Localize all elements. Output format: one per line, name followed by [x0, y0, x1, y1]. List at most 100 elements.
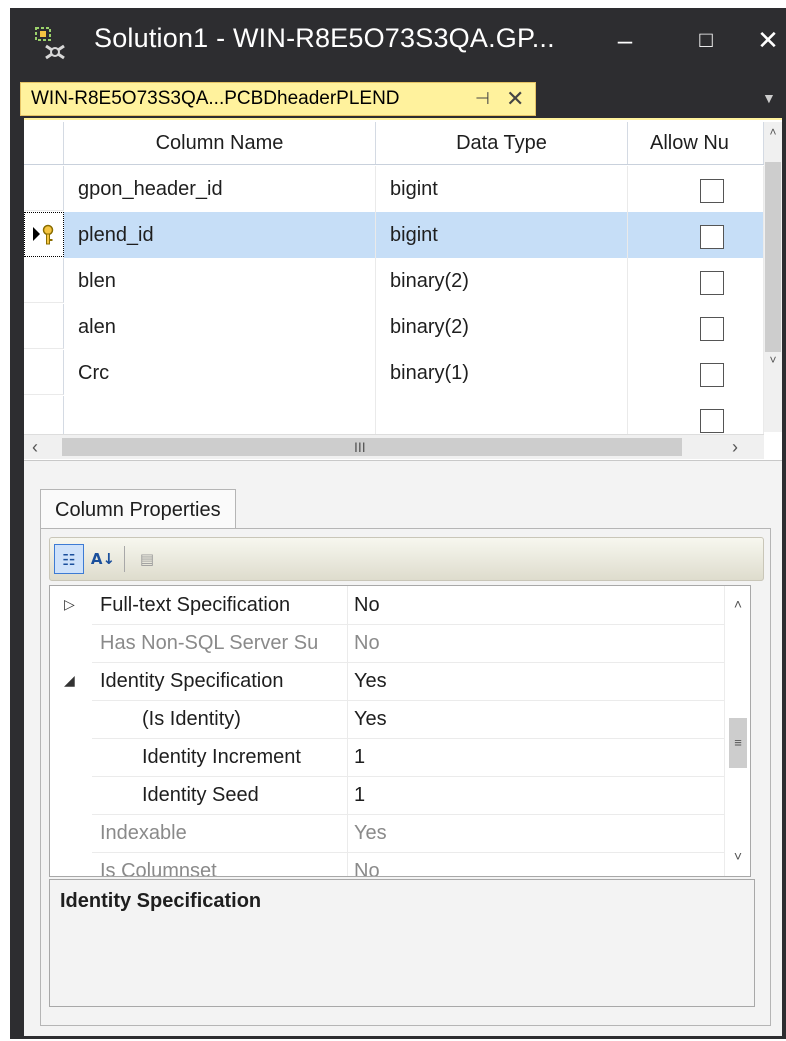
primary-key-icon — [33, 224, 54, 245]
scroll-right-icon[interactable]: › — [724, 435, 746, 459]
property-gutter — [50, 700, 92, 738]
property-gutter: ◢ — [50, 662, 92, 700]
app-window: Solution1 - WIN-R8E5O73S3QA.GP... ‒ □ ✕ … — [10, 8, 786, 1039]
allow-nulls-cell — [628, 350, 764, 396]
row-selector[interactable] — [24, 212, 64, 257]
column-properties-frame: ☷ A↓ ▤ ▷ Full-text Specification No Has … — [40, 528, 771, 1026]
table-row[interactable]: blen binary(2) — [24, 258, 764, 304]
close-tab-button[interactable]: ✕ — [506, 83, 524, 115]
table-row[interactable]: plend_id bigint — [24, 212, 764, 258]
property-name: Identity Increment — [92, 738, 348, 776]
ssms-app-icon — [35, 27, 65, 60]
scroll-grip-icon: III — [354, 439, 366, 455]
column-name-cell[interactable]: alen — [64, 304, 376, 350]
column-name-cell[interactable]: plend_id — [64, 212, 376, 258]
property-row[interactable]: Is Columnset No — [50, 852, 724, 876]
document-tab-strip: WIN-R8E5O73S3QA...PCBDheaderPLEND ⊣ ✕ ▼ — [10, 78, 786, 118]
tab-dropdown-icon[interactable]: ▼ — [762, 90, 776, 106]
row-selector[interactable] — [24, 350, 64, 395]
property-name: Identity Seed — [92, 776, 348, 814]
allow-nulls-cell — [628, 304, 764, 350]
property-name: Indexable — [92, 814, 348, 852]
property-row[interactable]: Identity Seed 1 — [50, 776, 724, 815]
table-row[interactable]: gpon_header_id bigint — [24, 166, 764, 212]
minimize-button[interactable]: ‒ — [605, 20, 645, 60]
property-value[interactable]: 1 — [354, 776, 365, 814]
property-value[interactable]: No — [354, 852, 380, 876]
expand-icon[interactable]: ▷ — [64, 586, 75, 624]
property-grid-scrollbar[interactable]: ˄ ≡ ˅ — [724, 586, 750, 876]
property-value[interactable]: Yes — [354, 700, 387, 738]
sort-alphabetical-icon[interactable]: A↓ — [88, 544, 118, 574]
property-value[interactable]: No — [354, 624, 380, 662]
allow-nulls-checkbox[interactable] — [700, 317, 724, 341]
title-bar: Solution1 - WIN-R8E5O73S3QA.GP... ‒ □ ✕ — [10, 8, 786, 78]
scroll-down-icon[interactable]: ˅ — [725, 844, 750, 868]
property-value[interactable]: Yes — [354, 662, 387, 700]
row-selector[interactable] — [24, 304, 64, 349]
column-properties-pane: Column Properties ☷ A↓ ▤ ▷ Full-text Spe… — [24, 460, 782, 1036]
property-row[interactable]: Has Non-SQL Server Su No — [50, 624, 724, 663]
row-selector[interactable] — [24, 166, 64, 211]
property-value[interactable]: No — [354, 586, 380, 624]
property-gutter — [50, 776, 92, 814]
property-name: Has Non-SQL Server Su — [92, 624, 348, 662]
property-row[interactable]: ◢ Identity Specification Yes — [50, 662, 724, 701]
column-name-cell[interactable]: gpon_header_id — [64, 166, 376, 212]
allow-nulls-checkbox[interactable] — [700, 409, 724, 433]
scroll-down-icon[interactable]: ˅ — [764, 350, 782, 370]
data-type-cell[interactable]: bigint — [376, 166, 628, 212]
grid-vertical-scroll-thumb[interactable] — [765, 162, 781, 352]
property-name: (Is Identity) — [92, 700, 348, 738]
property-row[interactable]: Identity Increment 1 — [50, 738, 724, 777]
allow-nulls-checkbox[interactable] — [700, 225, 724, 249]
property-name: Identity Specification — [92, 662, 348, 700]
scroll-up-icon[interactable]: ˄ — [725, 592, 750, 616]
toolbar-separator — [124, 546, 125, 572]
allow-nulls-checkbox[interactable] — [700, 179, 724, 203]
close-window-button[interactable]: ✕ — [748, 20, 786, 60]
property-gutter — [50, 624, 92, 662]
column-header-allow-nulls[interactable]: Allow Nu — [628, 122, 764, 164]
property-scroll-thumb[interactable]: ≡ — [729, 718, 747, 768]
data-type-cell[interactable]: binary(2) — [376, 304, 628, 350]
property-gutter — [50, 852, 92, 876]
tab-column-properties[interactable]: Column Properties — [40, 489, 236, 530]
grid-horizontal-scroll-thumb[interactable] — [62, 438, 682, 456]
row-selector[interactable] — [24, 258, 64, 303]
data-type-cell[interactable]: bigint — [376, 212, 628, 258]
grid-header: Column Name Data Type Allow Nu — [24, 122, 764, 165]
property-description-title: Identity Specification — [60, 890, 262, 912]
allow-nulls-cell — [628, 258, 764, 304]
property-gutter — [50, 814, 92, 852]
property-gutter: ▷ — [50, 586, 92, 624]
allow-nulls-checkbox[interactable] — [700, 271, 724, 295]
property-row[interactable]: (Is Identity) Yes — [50, 700, 724, 739]
column-name-cell[interactable]: Crc — [64, 350, 376, 396]
table-row[interactable]: alen binary(2) — [24, 304, 764, 350]
column-header-type[interactable]: Data Type — [376, 122, 628, 164]
window-title: Solution1 - WIN-R8E5O73S3QA.GP... — [94, 23, 555, 53]
grid-horizontal-scrollbar[interactable]: ‹ III › — [24, 434, 764, 459]
property-value[interactable]: 1 — [354, 738, 365, 776]
categorized-icon[interactable]: ☷ — [54, 544, 84, 574]
table-row[interactable]: Crc binary(1) — [24, 350, 764, 396]
maximize-button[interactable]: □ — [686, 20, 726, 60]
property-value[interactable]: Yes — [354, 814, 387, 852]
collapse-icon[interactable]: ◢ — [64, 662, 75, 700]
data-type-cell[interactable]: binary(2) — [376, 258, 628, 304]
scroll-left-icon[interactable]: ‹ — [24, 435, 46, 459]
data-type-cell[interactable]: binary(1) — [376, 350, 628, 396]
grid-vertical-scrollbar[interactable]: ˄ ˅ — [764, 122, 782, 432]
column-name-cell[interactable]: blen — [64, 258, 376, 304]
property-gutter — [50, 738, 92, 776]
scroll-up-icon[interactable]: ˄ — [764, 122, 782, 142]
property-row[interactable]: Indexable Yes — [50, 814, 724, 853]
document-tab[interactable]: WIN-R8E5O73S3QA...PCBDheaderPLEND ⊣ ✕ — [20, 82, 536, 116]
property-row[interactable]: ▷ Full-text Specification No — [50, 586, 724, 625]
allow-nulls-checkbox[interactable] — [700, 363, 724, 387]
column-header-name[interactable]: Column Name — [64, 122, 376, 164]
header-corner — [24, 122, 64, 164]
pin-icon[interactable]: ⊣ — [475, 83, 490, 115]
property-description-panel: Identity Specification — [49, 879, 755, 1007]
